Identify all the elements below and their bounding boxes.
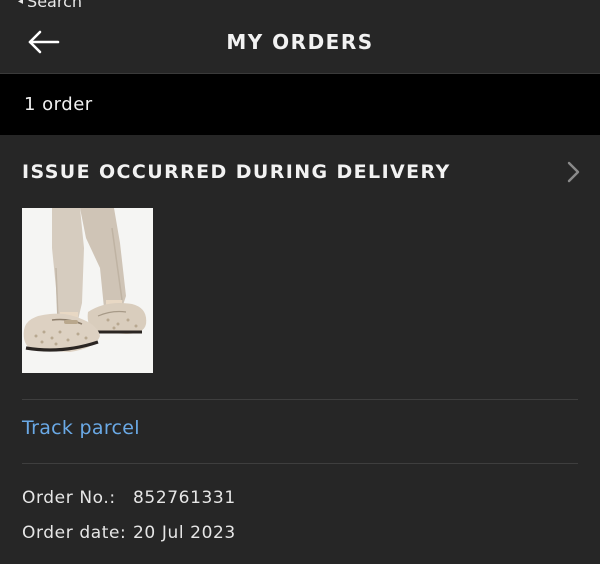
order-date-row: Order date: 20 Jul 2023 [22, 523, 236, 543]
chevron-right-icon [567, 161, 580, 183]
divider-top [22, 399, 578, 400]
divider-bottom [22, 463, 578, 464]
status-bar-back-label: Search [27, 0, 82, 11]
loafers-product-image [22, 208, 153, 373]
order-number-value: 852761331 [133, 488, 236, 508]
status-bar-back-link[interactable]: ◂ Search [18, 0, 82, 11]
order-status-title: ISSUE OCCURRED DURING DELIVERY [22, 161, 451, 183]
order-count-text: 1 order [24, 94, 93, 115]
product-thumbnail[interactable] [22, 208, 153, 373]
order-number-row: Order No.: 852761331 [22, 488, 236, 508]
order-count-bar: 1 order [0, 74, 600, 135]
order-date-value: 20 Jul 2023 [133, 523, 236, 543]
order-date-label: Order date: [22, 523, 127, 543]
page-title: MY ORDERS [226, 30, 374, 54]
order-number-label: Order No.: [22, 488, 116, 508]
order-status-row[interactable]: ISSUE OCCURRED DURING DELIVERY [22, 157, 582, 187]
header-bar: ◂ Search MY ORDERS [0, 0, 600, 74]
track-parcel-link[interactable]: Track parcel [22, 417, 140, 439]
back-triangle-icon: ◂ [18, 0, 24, 7]
order-card: ISSUE OCCURRED DURING DELIVERY Track par… [0, 135, 600, 564]
